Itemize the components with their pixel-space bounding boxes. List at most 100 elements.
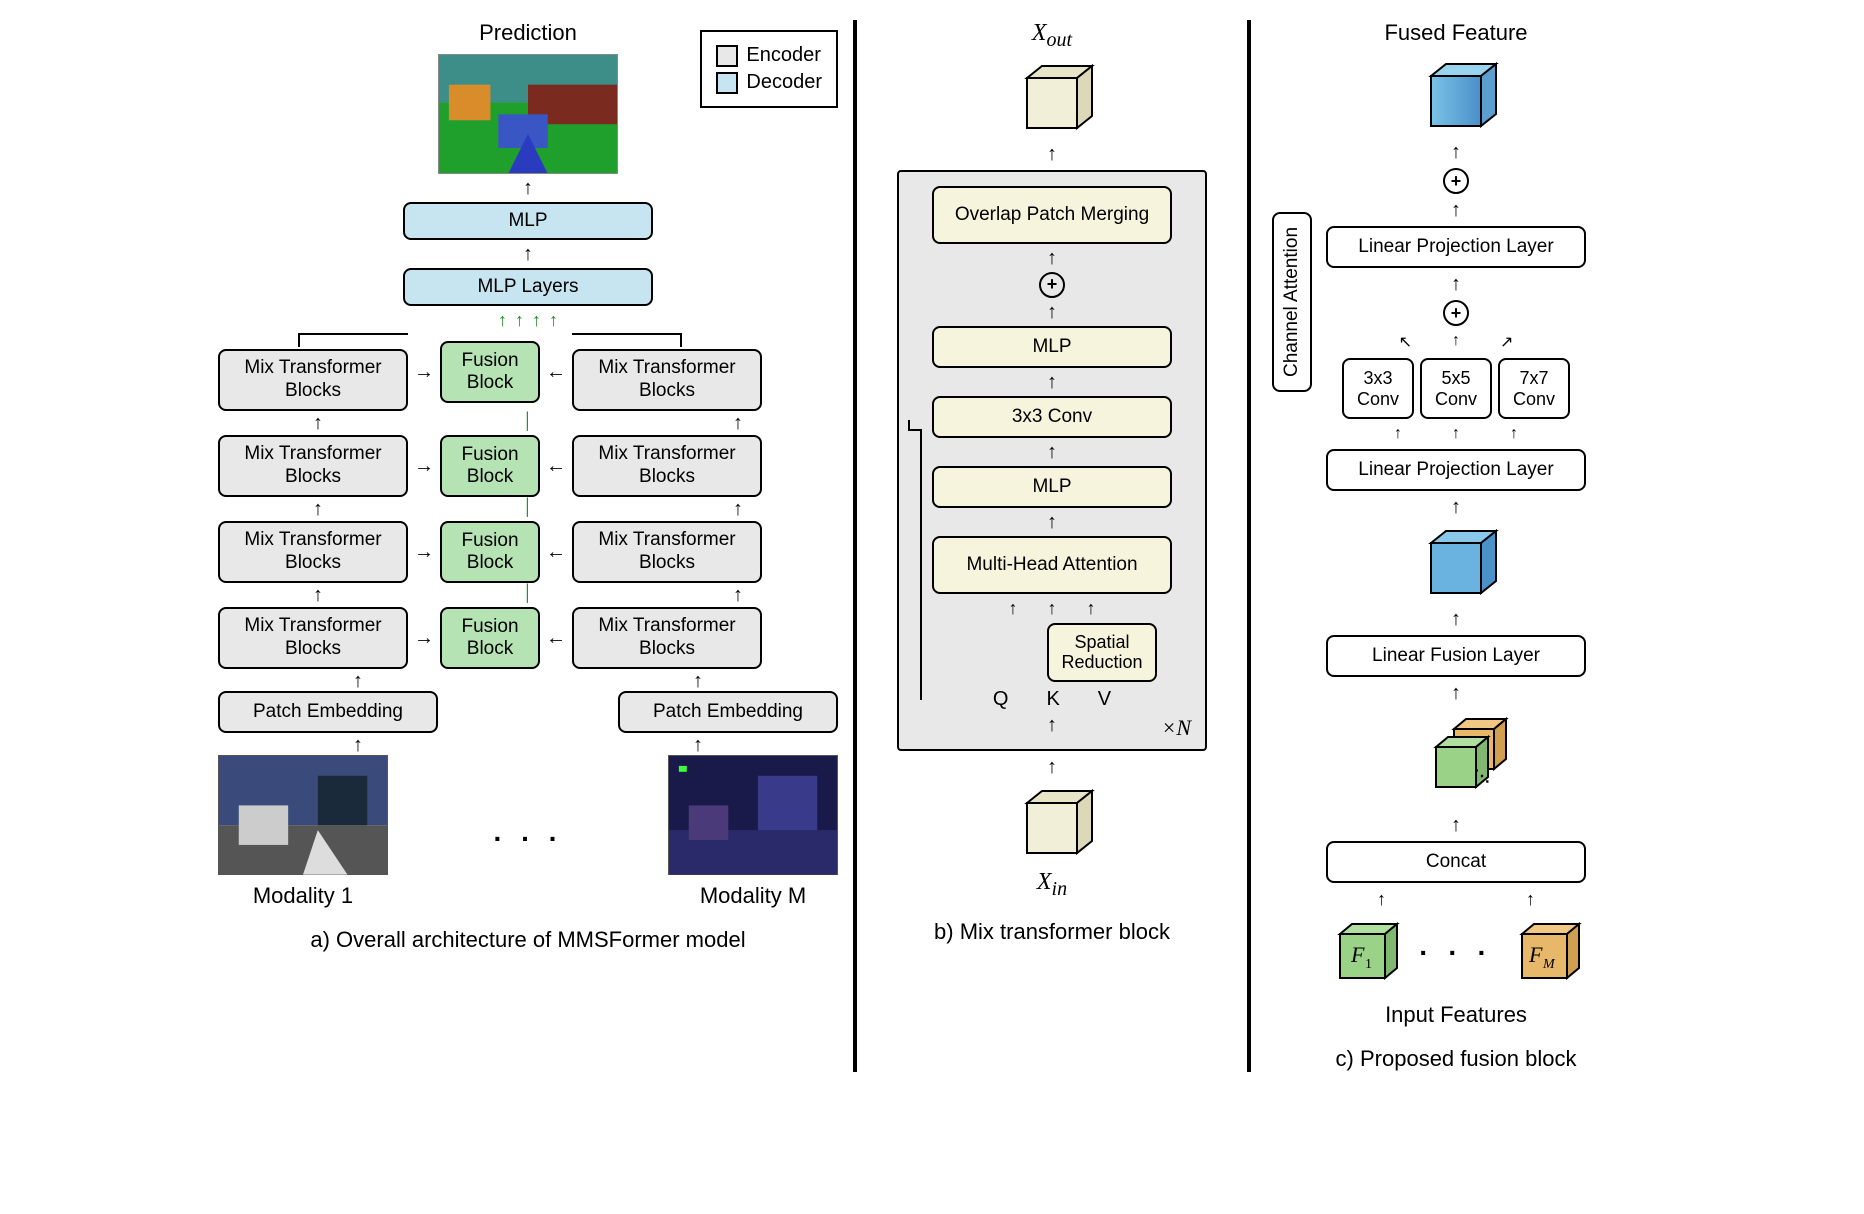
x-out-text: X	[1032, 20, 1047, 46]
svg-text:⋱: ⋱	[1474, 768, 1490, 785]
multihead-label: Multi-Head Attention	[966, 554, 1137, 576]
mix-transformer-block-left: Mix Transformer Blocks	[218, 607, 408, 669]
fused-cube-icon	[1411, 56, 1501, 136]
stage-row-4: Mix Transformer Blocks → Fusion Block ← …	[218, 333, 838, 411]
mix-transformer-block-left: Mix Transformer Blocks	[218, 435, 408, 497]
arrow-icon	[693, 735, 703, 755]
panel-a: Encoder Decoder Prediction MLP MLP Layer…	[203, 20, 853, 953]
legend-encoder-row: Encoder	[716, 44, 822, 67]
add-icon: +	[1443, 300, 1469, 326]
arrow-icon	[693, 671, 703, 691]
ellipsis-icon: . . .	[494, 816, 563, 848]
spatial-row: Spatial Reduction	[911, 623, 1193, 683]
mix-label: Mix Transformer Blocks	[586, 529, 748, 575]
add-icon: +	[1443, 168, 1469, 194]
qkv-arrows: ↑↑↑	[1009, 598, 1096, 619]
svg-text:M: M	[1542, 957, 1556, 972]
conv7-label: 7x7 Conv	[1512, 368, 1556, 409]
mix-label: Mix Transformer Blocks	[232, 615, 394, 661]
add-icon: +	[1039, 272, 1065, 298]
conv-label: 3x3 Conv	[1012, 406, 1092, 428]
x-out-label: Xout	[1032, 20, 1072, 52]
times-n-label: ×N	[1161, 715, 1191, 741]
arrow-left-icon: ←	[546, 541, 566, 564]
prediction-image	[438, 54, 618, 174]
mix-label: Mix Transformer Blocks	[586, 357, 748, 403]
panel-b: Xout Overlap Patch Merging + MLP 3x3 Con…	[857, 20, 1247, 945]
green-line: │	[523, 585, 533, 605]
spatial-label: Spatial Reduction	[1061, 633, 1143, 673]
arrow-pair	[353, 671, 703, 691]
concat-label: Concat	[1426, 851, 1486, 873]
arrow-icon	[1047, 144, 1057, 164]
fusion-block: Fusion Block	[440, 607, 540, 669]
arrow-icon	[313, 585, 323, 605]
x-out-sub: out	[1047, 29, 1073, 51]
concat-block: Concat	[1326, 841, 1586, 883]
arrow-icon	[1451, 274, 1461, 294]
right-col: Mix Transformer Blocks	[572, 333, 762, 411]
transformer-inner: Overlap Patch Merging + MLP 3x3 Conv MLP…	[911, 186, 1193, 736]
mlp-label: MLP	[508, 210, 547, 232]
linear-proj-block-top: Linear Projection Layer	[1326, 226, 1586, 268]
green-line: │	[523, 413, 533, 433]
x-in-text: X	[1037, 869, 1052, 895]
arrow-pair: │	[313, 585, 743, 605]
panel-c-column: Fused Feature + Linear Projection Layer …	[1266, 20, 1646, 1028]
patch-label: Patch Embedding	[253, 701, 403, 723]
arrow-icon	[1451, 142, 1461, 162]
k-label: K	[1046, 688, 1059, 711]
arrow-right-icon: →	[414, 361, 434, 384]
mix-label: Mix Transformer Blocks	[232, 529, 394, 575]
conv3x3-block: 3x3 Conv	[1342, 358, 1414, 419]
stage-row-3: Mix Transformer Blocks → Fusion Block ← …	[218, 435, 838, 497]
panel-c: Fused Feature + Linear Projection Layer …	[1251, 20, 1661, 1072]
arrow-icon	[1451, 200, 1461, 220]
fusion-label: Fusion Block	[454, 444, 526, 488]
fusion-label: Fusion Block	[454, 616, 526, 660]
arrow-icon	[1451, 683, 1461, 703]
fusion-block: Fusion Block	[440, 521, 540, 583]
fusion-label: Fusion Block	[454, 350, 526, 394]
panel-c-caption: c) Proposed fusion block	[1336, 1046, 1577, 1072]
arrow-icon	[1047, 442, 1057, 462]
modality-1-label: Modality 1	[253, 883, 353, 909]
fused-feature-label: Fused Feature	[1384, 20, 1527, 46]
modality-1-image	[218, 755, 388, 875]
arrow-icon	[353, 735, 363, 755]
skip-connection-line	[907, 420, 925, 700]
arrow-icon	[1451, 609, 1461, 629]
fm-cube-icon: FM	[1507, 916, 1587, 990]
x-in-label: Xin	[1037, 869, 1067, 901]
arrow-left-icon: ←	[546, 361, 566, 384]
channel-attention-block: Channel Attention	[1272, 212, 1312, 392]
arrow-left-icon: ←	[546, 627, 566, 650]
linproj-label: Linear Projection Layer	[1358, 236, 1553, 258]
fused-intermediate-cube-icon	[1411, 523, 1501, 603]
conv3-label: 3x3 Conv	[1356, 368, 1400, 409]
mlp-label: MLP	[1032, 336, 1071, 358]
arrow-icon	[1047, 757, 1057, 777]
legend-encoder-swatch	[716, 45, 738, 67]
mlp-block-bottom: MLP	[932, 466, 1172, 508]
arrow-icon	[1047, 372, 1057, 392]
mix-transformer-block-right: Mix Transformer Blocks	[572, 435, 762, 497]
arrow-pair: │	[313, 413, 743, 433]
conv3x3-block: 3x3 Conv	[932, 396, 1172, 438]
output-cube-icon	[1007, 58, 1097, 138]
panel-b-caption: b) Mix transformer block	[934, 919, 1170, 945]
skip-line	[298, 333, 408, 347]
arrow-icon	[313, 413, 323, 433]
multihead-block: Multi-Head Attention	[932, 536, 1172, 594]
mlp-layers-block: MLP Layers	[403, 268, 653, 306]
arrow-right-icon: →	[414, 541, 434, 564]
arrow-icon	[733, 413, 743, 433]
left-col: Mix Transformer Blocks	[218, 333, 408, 411]
arrow-icon	[1047, 248, 1057, 268]
linproj-label: Linear Projection Layer	[1358, 459, 1553, 481]
arrow-icon	[733, 585, 743, 605]
arrow-right-icon: →	[414, 627, 434, 650]
input-features-row: F1 · · · FM	[1325, 916, 1587, 990]
f1-cube-icon: F1	[1325, 916, 1405, 990]
stages-column: Mix Transformer Blocks → Fusion Block ← …	[218, 331, 838, 909]
